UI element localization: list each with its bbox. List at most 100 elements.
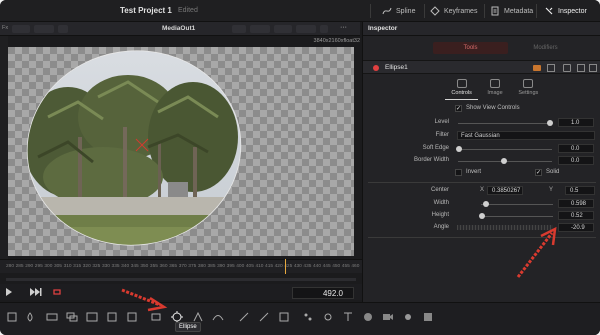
solid-label: Solid: [546, 169, 560, 175]
inspector-button[interactable]: Inspector: [544, 5, 587, 17]
angle-thumbwheel[interactable]: [457, 225, 553, 230]
timeline-scrollbar[interactable]: [6, 278, 356, 281]
version-icon[interactable]: [563, 64, 571, 72]
angle-field[interactable]: -20.9: [558, 223, 594, 232]
camera3d-icon[interactable]: [382, 311, 394, 323]
level-row: Level 1.0: [363, 118, 600, 129]
color-icon[interactable]: [126, 311, 138, 323]
particles-icon[interactable]: [302, 311, 314, 323]
border-width-slider-knob[interactable]: [501, 158, 507, 164]
spline-button[interactable]: Spline: [382, 5, 415, 17]
image-icon: [489, 79, 500, 88]
node-color-icon[interactable]: [533, 65, 541, 71]
keyframes-label: Keyframes: [444, 7, 478, 15]
render3d-icon[interactable]: [422, 311, 434, 323]
subtab-settings[interactable]: Settings: [512, 78, 545, 100]
menu-icon[interactable]: [589, 64, 597, 72]
filter-row: Filter Fast Gaussian: [363, 131, 600, 142]
transform-icon[interactable]: [278, 311, 290, 323]
playhead[interactable]: [285, 259, 286, 274]
viewer-option-button[interactable]: [320, 25, 328, 33]
soft-edge-slider-knob[interactable]: [456, 146, 462, 152]
viewer-option-button[interactable]: [274, 25, 292, 33]
timeline-tick-label: 365: [169, 264, 178, 269]
metadata-button[interactable]: Metadata: [490, 5, 533, 17]
center-y-field[interactable]: 0.5: [565, 186, 595, 195]
text3d-icon[interactable]: [342, 311, 354, 323]
emitter-icon[interactable]: [322, 311, 334, 323]
invert-checkbox[interactable]: [455, 169, 462, 176]
inspector-header: Inspector: [363, 22, 600, 36]
reset-icon[interactable]: [577, 64, 585, 72]
loop-icon[interactable]: [52, 287, 62, 297]
show-view-controls-checkbox[interactable]: ✓: [455, 105, 462, 112]
viewer-option-button[interactable]: [232, 25, 246, 33]
viewer-dropdown[interactable]: [34, 25, 54, 33]
level-slider-knob[interactable]: [547, 120, 553, 126]
viewer-dropdown[interactable]: [58, 25, 68, 33]
bitmap-icon[interactable]: [6, 311, 18, 323]
viewer-option-button[interactable]: [250, 25, 270, 33]
current-frame-field[interactable]: 492.0: [292, 287, 354, 299]
blur-icon[interactable]: [106, 311, 118, 323]
skip-to-end-icon[interactable]: [30, 288, 42, 296]
height-label: Height: [431, 212, 449, 218]
center-x-field[interactable]: 0.3850267: [487, 186, 523, 195]
center-x-label: X: [480, 187, 485, 193]
inspector-subtabs: Controls Image Settings: [445, 78, 545, 100]
timeline-tick-label: 315: [73, 264, 82, 269]
soft-edge-field[interactable]: 0.0: [558, 144, 594, 153]
timeline-tick-label: 410: [255, 264, 264, 269]
background-icon[interactable]: [46, 311, 58, 323]
tab-tools[interactable]: Tools: [433, 42, 508, 54]
pen-icon[interactable]: [258, 311, 270, 323]
height-slider-knob[interactable]: [479, 213, 485, 219]
shape3d-icon[interactable]: [362, 311, 374, 323]
width-field[interactable]: 0.598: [558, 199, 594, 208]
soft-edge-slider[interactable]: [458, 149, 552, 150]
timeline-ruler[interactable]: 280 285 290 295 300 305 310 315 320 325 330 335 340 3…: [0, 259, 362, 273]
timeline-tick-label: 325: [92, 264, 101, 269]
timeline-tick-label: 310: [63, 264, 72, 269]
viewer-option-button[interactable]: [296, 25, 316, 33]
paint-icon[interactable]: [24, 311, 36, 323]
viewer-dropdown[interactable]: [12, 25, 30, 33]
separator: [536, 4, 537, 18]
height-field[interactable]: 0.52: [558, 211, 594, 220]
divider: [368, 237, 596, 238]
tab-modifiers[interactable]: Modifiers: [508, 42, 583, 54]
center-row: Center X 0.3850267 Y 0.5: [363, 186, 600, 197]
bspline-mask-icon[interactable]: [212, 311, 224, 323]
level-field[interactable]: 1.0: [558, 118, 594, 127]
border-width-field[interactable]: 0.0: [558, 156, 594, 165]
light-icon[interactable]: [402, 311, 414, 323]
subtab-image[interactable]: Image: [478, 78, 511, 100]
height-slider[interactable]: [481, 216, 553, 217]
filter-dropdown[interactable]: Fast Gaussian: [457, 131, 595, 140]
brush-icon[interactable]: [238, 311, 250, 323]
width-row: Width 0.598: [363, 199, 600, 210]
node-header[interactable]: Ellipse1: [363, 60, 600, 74]
keyframes-button[interactable]: Keyframes: [430, 5, 477, 17]
node-enable-toggle[interactable]: [373, 65, 379, 71]
tools-toolbar: [0, 302, 600, 335]
level-slider[interactable]: [458, 123, 552, 124]
play-icon[interactable]: [5, 288, 13, 296]
text-icon[interactable]: [86, 311, 98, 323]
solid-checkbox[interactable]: ✓: [535, 169, 542, 176]
viewer-canvas[interactable]: [8, 47, 354, 256]
merge-icon[interactable]: [66, 311, 78, 323]
angle-row: Angle -20.9: [363, 223, 600, 234]
separator: [424, 4, 425, 18]
rectangle-mask-icon[interactable]: [150, 311, 162, 323]
width-slider[interactable]: [481, 204, 553, 205]
timeline-tick-label: 390: [217, 264, 226, 269]
timeline-tick-label: 435: [303, 264, 312, 269]
width-slider-knob[interactable]: [483, 201, 489, 207]
subtab-controls[interactable]: Controls: [445, 78, 479, 100]
timeline-tick-label: 395: [226, 264, 235, 269]
viewer-more-button[interactable]: ···: [340, 24, 347, 31]
border-width-label: Border Width: [413, 157, 449, 163]
pin-icon[interactable]: [547, 64, 555, 72]
keyframes-icon: [430, 6, 440, 16]
